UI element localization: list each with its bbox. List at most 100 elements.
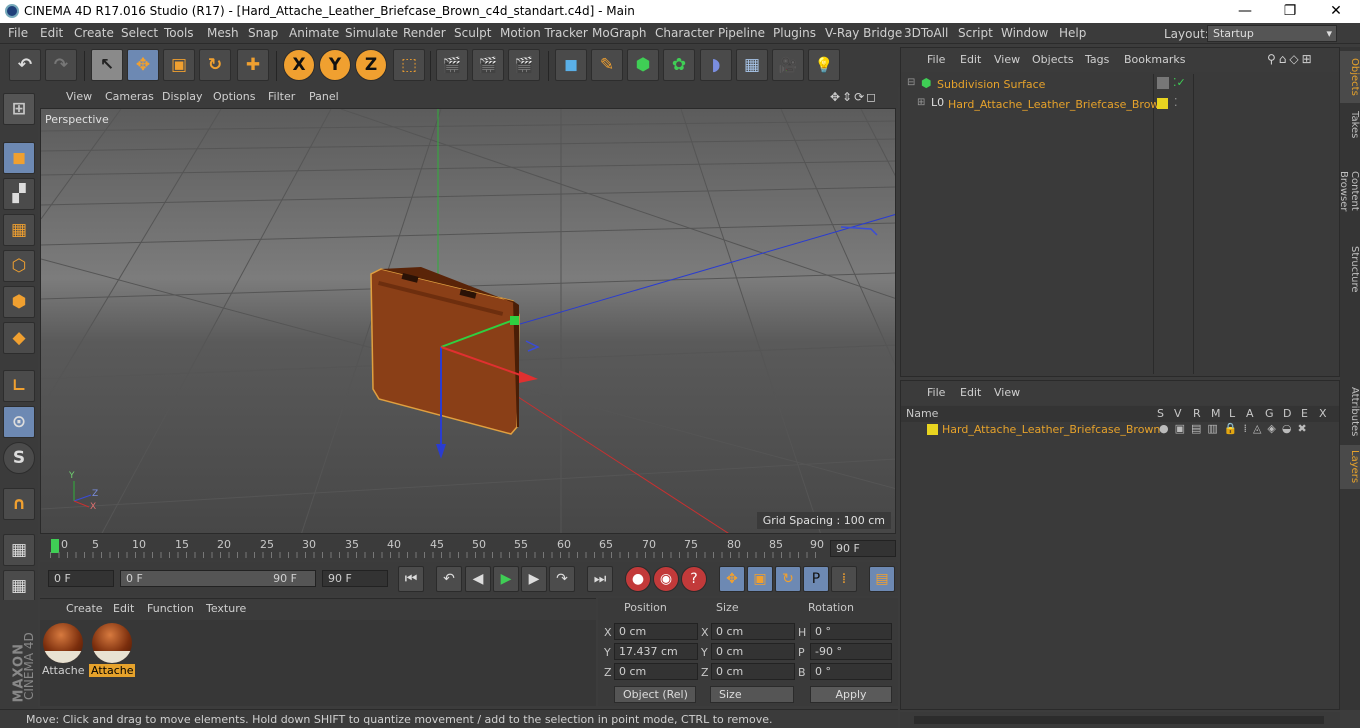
menu-script[interactable]: Script — [958, 26, 993, 40]
coordinate-mode-select[interactable]: Object (Rel) — [614, 686, 696, 703]
playhead[interactable] — [51, 539, 59, 553]
light-button[interactable]: 💡 — [808, 49, 840, 81]
array-button[interactable]: ✿ — [663, 49, 695, 81]
make-editable-icon[interactable]: ⊞ — [3, 93, 35, 125]
minimize-button[interactable]: — — [1222, 0, 1268, 23]
obj-menu-view[interactable]: View — [994, 53, 1020, 66]
frame-range-slider[interactable]: 0 F 90 F — [120, 570, 316, 587]
material-swatch-selected[interactable]: Attache — [89, 621, 135, 679]
render-settings-button[interactable]: 🎬 — [508, 49, 540, 81]
col-expressions[interactable]: E — [1301, 407, 1308, 420]
points-mode-icon[interactable]: ⬡ — [3, 250, 35, 282]
previous-frame-button[interactable]: ◀ — [465, 566, 491, 592]
model-mode-icon[interactable]: ◼ — [3, 142, 35, 174]
tab-takes[interactable]: Takes — [1340, 105, 1360, 145]
col-animation[interactable]: A — [1246, 407, 1254, 420]
key-position-button[interactable]: ✥ — [719, 566, 745, 592]
object-row[interactable]: ⊞ L0 Hard_Attache_Leather_Briefcase_Brow… — [901, 95, 1339, 115]
position-x-field[interactable]: 0 cm — [614, 623, 698, 640]
menu-3dtoall[interactable]: 3DToAll — [904, 26, 948, 40]
horizontal-scrollbar[interactable] — [900, 712, 1340, 728]
obj-menu-objects[interactable]: Objects — [1032, 53, 1074, 66]
layer-menu-file[interactable]: File — [927, 386, 945, 399]
search-icon[interactable]: ⚲⌂◇⊞ — [1267, 52, 1315, 66]
col-deformers[interactable]: D — [1283, 407, 1291, 420]
tweak-mode-icon[interactable]: ⊙ — [3, 406, 35, 438]
y-axis-button[interactable]: Y — [319, 49, 351, 81]
enabled-check-icon[interactable]: ⁚✓ — [1173, 76, 1186, 89]
autokey-button[interactable]: ◉ — [653, 566, 679, 592]
texture-mode-icon[interactable]: ▞ — [3, 178, 35, 210]
previous-key-button[interactable]: ↶ — [436, 566, 462, 592]
gizmo-x-tip[interactable] — [519, 371, 538, 383]
obj-menu-edit[interactable]: Edit — [960, 53, 981, 66]
col-xref[interactable]: X — [1319, 407, 1327, 420]
menu-simulate[interactable]: Simulate — [345, 26, 398, 40]
col-locked[interactable]: L — [1229, 407, 1235, 420]
material-menu-edit[interactable]: Edit — [113, 602, 134, 615]
scale-tool-button[interactable]: ▣ — [163, 49, 195, 81]
key-parameter-button[interactable]: P — [803, 566, 829, 592]
next-key-button[interactable]: ↷ — [549, 566, 575, 592]
render-view-button[interactable]: 🎬 — [436, 49, 468, 81]
keyframe-selection-button[interactable]: ? — [681, 566, 707, 592]
next-frame-button[interactable]: ▶ — [521, 566, 547, 592]
layer-row[interactable]: Hard_Attache_Leather_Briefcase_Brown ●▣▤… — [901, 422, 1339, 440]
undo-button[interactable]: ↶ — [9, 49, 41, 81]
workplane-mode-icon[interactable]: ▦ — [3, 214, 35, 246]
menu-vray-bridge[interactable]: V-Ray Bridge — [825, 26, 902, 40]
menu-motion-tracker[interactable]: Motion Tracker — [500, 26, 588, 40]
position-z-field[interactable]: 0 cm — [614, 663, 698, 680]
deformer-button[interactable]: ◗ — [700, 49, 732, 81]
menu-mograph[interactable]: MoGraph — [592, 26, 647, 40]
viewport-menu-filter[interactable]: Filter — [268, 90, 295, 103]
layer-menu-view[interactable]: View — [994, 386, 1020, 399]
floor-button[interactable]: ▦ — [736, 49, 768, 81]
layer-toggle-icons[interactable]: ●▣▤▥🔒⁞◬◈◒✖ — [1159, 422, 1313, 435]
record-button[interactable]: ● — [625, 566, 651, 592]
x-axis-button[interactable]: X — [283, 49, 315, 81]
menu-select[interactable]: Select — [121, 26, 158, 40]
menu-file[interactable]: File — [8, 26, 28, 40]
gizmo-y-tip[interactable] — [510, 316, 519, 325]
size-z-field[interactable]: 0 cm — [711, 663, 795, 680]
z-axis-button[interactable]: Z — [355, 49, 387, 81]
tab-structure[interactable]: Structure — [1340, 241, 1360, 297]
rotation-h-field[interactable]: 0 ° — [810, 623, 892, 640]
material-menu-function[interactable]: Function — [147, 602, 194, 615]
menu-character[interactable]: Character — [655, 26, 714, 40]
briefcase-model[interactable] — [370, 267, 520, 435]
obj-menu-tags[interactable]: Tags — [1085, 53, 1109, 66]
tab-objects[interactable]: Objects — [1340, 51, 1360, 103]
current-frame-field[interactable]: 90 F — [830, 540, 896, 557]
size-x-field[interactable]: 0 cm — [711, 623, 795, 640]
cube-object-button[interactable]: ◼ — [555, 49, 587, 81]
object-row[interactable]: ⊟ ⬢ Subdivision Surface ⁚✓ — [901, 75, 1339, 95]
collapse-icon[interactable]: ⊟ — [907, 77, 915, 88]
menu-tools[interactable]: Tools — [164, 26, 194, 40]
play-button[interactable]: ▶ — [493, 566, 519, 592]
add-tool-button[interactable]: ✚ — [237, 49, 269, 81]
key-rotation-button[interactable]: ↻ — [775, 566, 801, 592]
viewport-menu-view[interactable]: View — [66, 90, 92, 103]
timeline-ruler[interactable]: 0 5 10 15 20 25 30 35 40 45 50 55 60 65 … — [40, 536, 896, 560]
viewport-menu-panel[interactable]: Panel — [309, 90, 339, 103]
col-name[interactable]: Name — [906, 407, 938, 420]
menu-pipeline[interactable]: Pipeline — [718, 26, 765, 40]
timeline-window-button[interactable]: ▤ — [869, 566, 895, 592]
apply-button[interactable]: Apply — [810, 686, 892, 703]
workplane-lock-icon[interactable]: ▦ — [3, 534, 35, 566]
obj-menu-bookmarks[interactable]: Bookmarks — [1124, 53, 1185, 66]
menu-render[interactable]: Render — [403, 26, 446, 40]
col-manager[interactable]: M — [1211, 407, 1221, 420]
layout-select[interactable]: Startup ▾ — [1207, 25, 1337, 42]
redo-button[interactable]: ↷ — [45, 49, 77, 81]
rotation-p-field[interactable]: -90 ° — [810, 643, 892, 660]
pen-spline-button[interactable]: ✎ — [591, 49, 623, 81]
menu-edit[interactable]: Edit — [40, 26, 63, 40]
close-button[interactable]: ✕ — [1313, 0, 1359, 23]
menu-animate[interactable]: Animate — [289, 26, 339, 40]
rotation-b-field[interactable]: 0 ° — [810, 663, 892, 680]
col-solo[interactable]: S — [1157, 407, 1164, 420]
col-render[interactable]: R — [1193, 407, 1201, 420]
